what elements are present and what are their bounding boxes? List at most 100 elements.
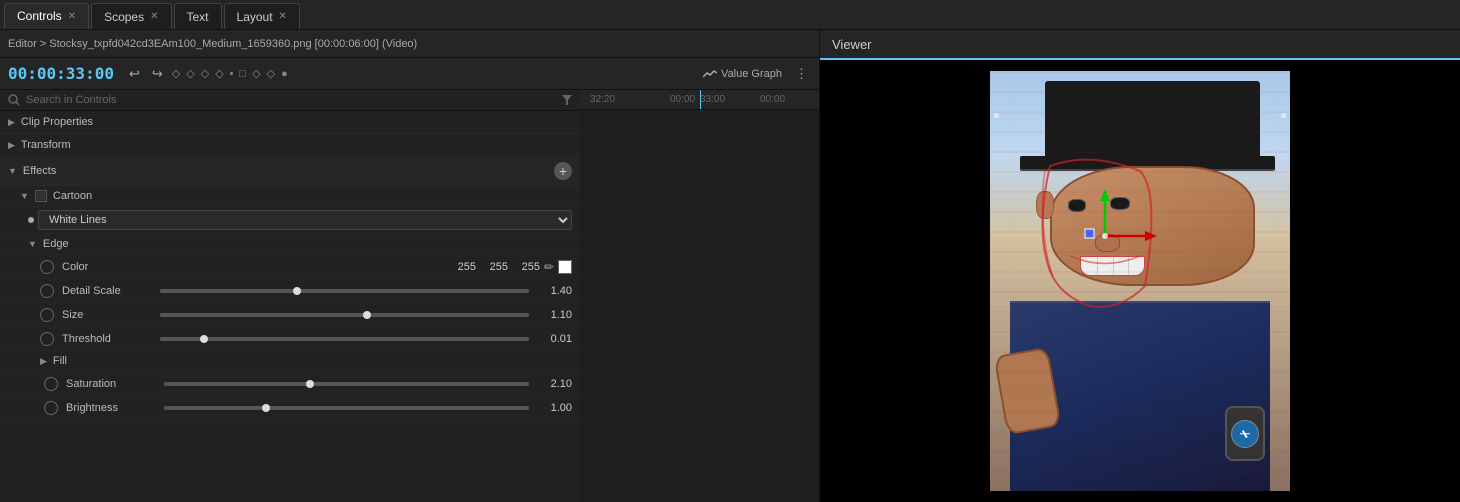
dropdown-row: White Lines xyxy=(0,207,580,234)
main-area: Editor > Stocksy_txpfd042cd3EAm100_Mediu… xyxy=(0,30,1460,502)
clip-properties-arrow: ▶ xyxy=(8,117,15,128)
transform-label: Transform xyxy=(21,139,71,151)
tab-controls-label: Controls xyxy=(17,9,62,23)
threshold-label: Threshold xyxy=(62,333,152,345)
timeline-ruler[interactable]: 32:20 00:00 33:00 00:00 xyxy=(580,90,819,110)
tick-2: 00:00 xyxy=(670,94,695,105)
tab-text[interactable]: Text xyxy=(174,3,222,29)
detail-scale-label: Detail Scale xyxy=(62,285,152,297)
editor-header: Editor > Stocksy_txpfd042cd3EAm100_Mediu… xyxy=(0,30,819,58)
value-graph-button[interactable]: Value Graph xyxy=(703,68,782,80)
threshold-value: 0.01 xyxy=(537,333,572,345)
controls-panel: ▶ Clip Properties ▶ Transform ▼ Effects … xyxy=(0,90,580,502)
size-row: Size 1.10 xyxy=(0,303,580,327)
timecode: 00:00:33:00 xyxy=(8,64,114,83)
tab-controls-close[interactable]: ✕ xyxy=(68,11,76,22)
search-icon xyxy=(8,94,20,106)
threshold-row: Threshold 0.01 xyxy=(0,327,580,351)
color-row: Color 255 255 255 ✏ xyxy=(0,255,580,279)
timeline-area: 32:20 00:00 33:00 00:00 xyxy=(580,90,819,502)
search-input[interactable] xyxy=(26,94,556,106)
edge-arrow: ▼ xyxy=(28,239,37,249)
size-icon[interactable] xyxy=(40,308,54,322)
keyframe-diamond-2: ◇ xyxy=(186,67,194,80)
cartoon-arrow: ▼ xyxy=(20,191,29,201)
cartoon-section[interactable]: ▼ Cartoon xyxy=(0,186,580,207)
brightness-icon[interactable] xyxy=(44,401,58,415)
eyedropper-icon[interactable]: ✏ xyxy=(544,260,554,274)
threshold-slider[interactable] xyxy=(160,337,529,341)
tab-scopes[interactable]: Scopes ✕ xyxy=(91,3,171,29)
tab-layout-label: Layout xyxy=(237,10,273,24)
more-options-button[interactable]: ⋮ xyxy=(792,65,811,83)
viewer-content xyxy=(820,60,1460,502)
detail-scale-slider[interactable] xyxy=(160,289,529,293)
value-graph-label: Value Graph xyxy=(721,68,782,80)
video-frame xyxy=(990,71,1290,491)
color-swatch[interactable] xyxy=(558,260,572,274)
color-values: 255 255 255 ✏ xyxy=(448,260,572,274)
threshold-icon[interactable] xyxy=(40,332,54,346)
keyframe-diamond-3: ◇ xyxy=(201,67,209,80)
value-graph-icon xyxy=(703,69,717,79)
tab-layout[interactable]: Layout ✕ xyxy=(224,3,300,29)
keyframe-diamond-6: ◇ xyxy=(267,67,275,80)
brightness-slider[interactable] xyxy=(164,406,529,410)
saturation-icon[interactable] xyxy=(44,377,58,391)
tick-1: 32:20 xyxy=(590,94,615,105)
detail-scale-icon[interactable] xyxy=(40,284,54,298)
filter-icon xyxy=(562,95,572,105)
detail-scale-value: 1.40 xyxy=(537,285,572,297)
size-value: 1.10 xyxy=(537,309,572,321)
section-clip-properties[interactable]: ▶ Clip Properties xyxy=(0,111,580,134)
fill-section[interactable]: ▶ Fill xyxy=(0,351,580,372)
effects-arrow: ▼ xyxy=(8,166,17,176)
effects-label: Effects xyxy=(23,165,554,177)
color-prop-icon[interactable] xyxy=(40,260,54,274)
brightness-value: 1.00 xyxy=(537,402,572,414)
undo-button[interactable]: ↩ xyxy=(126,65,143,83)
brightness-label: Brightness xyxy=(66,402,156,414)
tab-text-label: Text xyxy=(187,10,209,24)
playhead[interactable] xyxy=(700,90,701,109)
tab-scopes-close[interactable]: ✕ xyxy=(150,11,158,22)
color-g: 255 xyxy=(480,261,508,273)
controls-area: ▶ Clip Properties ▶ Transform ▼ Effects … xyxy=(0,90,819,502)
tab-bar: Controls ✕ Scopes ✕ Text Layout ✕ xyxy=(0,0,1460,30)
breadcrumb: Editor > Stocksy_txpfd042cd3EAm100_Mediu… xyxy=(8,38,417,50)
keyframe-dot: • xyxy=(230,68,234,80)
clip-properties-label: Clip Properties xyxy=(21,116,93,128)
fill-label: Fill xyxy=(53,355,67,367)
section-effects[interactable]: ▼ Effects + xyxy=(0,157,580,186)
white-lines-dropdown[interactable]: White Lines xyxy=(38,210,572,230)
tab-scopes-label: Scopes xyxy=(104,10,144,24)
color-b: 255 xyxy=(512,261,540,273)
search-bar xyxy=(0,90,580,111)
tab-layout-close[interactable]: ✕ xyxy=(279,11,287,22)
color-label: Color xyxy=(62,261,152,273)
size-slider[interactable] xyxy=(160,313,529,317)
size-label: Size xyxy=(62,309,152,321)
left-panel: Editor > Stocksy_txpfd042cd3EAm100_Mediu… xyxy=(0,30,820,502)
dot-indicator xyxy=(28,217,34,223)
brightness-row: Brightness 1.00 xyxy=(0,396,580,420)
tab-controls[interactable]: Controls ✕ xyxy=(4,3,89,29)
viewer-header: Viewer xyxy=(820,30,1460,60)
keyframe-diamond-1: ◇ xyxy=(172,67,180,80)
cartoon-checkbox[interactable] xyxy=(35,190,47,202)
redo-button[interactable]: ↪ xyxy=(149,65,166,83)
transform-arrow: ▶ xyxy=(8,140,15,151)
edge-label: Edge xyxy=(43,238,69,250)
keyframe-diamond-5: ◇ xyxy=(252,67,260,80)
section-transform[interactable]: ▶ Transform xyxy=(0,134,580,157)
keyframe-circle: ● xyxy=(281,68,288,80)
add-effect-button[interactable]: + xyxy=(554,162,572,180)
saturation-slider[interactable] xyxy=(164,382,529,386)
right-panel: Viewer xyxy=(820,30,1460,502)
saturation-value: 2.10 xyxy=(537,378,572,390)
detail-scale-row: Detail Scale 1.40 xyxy=(0,279,580,303)
edge-section[interactable]: ▼ Edge xyxy=(0,234,580,255)
viewer-label: Viewer xyxy=(832,37,872,52)
tick-3: 33:00 xyxy=(700,94,725,105)
fill-arrow: ▶ xyxy=(40,356,47,367)
